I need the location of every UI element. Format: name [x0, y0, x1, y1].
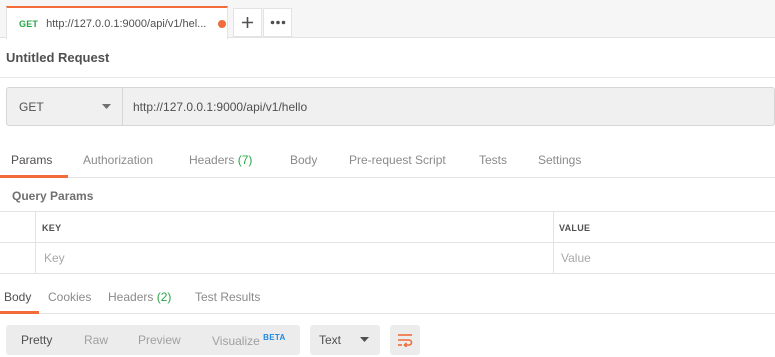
active-tab-indicator [0, 311, 39, 314]
response-tab-test-results[interactable]: Test Results [195, 290, 260, 304]
param-key-input[interactable]: Key [44, 251, 65, 265]
url-bar: GET http://127.0.0.1:9000/api/v1/hello [6, 87, 775, 126]
param-value-input[interactable]: Value [561, 251, 591, 265]
unsaved-dot-icon [218, 20, 226, 28]
active-tab-indicator [0, 175, 68, 178]
format-select[interactable]: Text [310, 325, 380, 355]
tab-label: Params [11, 153, 53, 167]
tab-label: Test Results [195, 290, 261, 304]
title-divider [0, 77, 775, 78]
column-header-key: KEY [42, 223, 62, 233]
visualize-label: Visualize [212, 334, 260, 348]
tab-label: Body [4, 290, 32, 304]
more-tabs-button[interactable] [263, 8, 292, 37]
caret-down-icon [102, 104, 111, 109]
wrap-lines-button[interactable] [390, 325, 420, 355]
tab-label: Authorization [83, 153, 154, 167]
method-select-value: GET [19, 99, 44, 114]
request-tab-title: http://127.0.0.1:9000/api/v1/hel... [46, 17, 207, 30]
view-visualize-button[interactable]: Visualize BETA [212, 333, 286, 348]
tab-params[interactable]: Params [11, 153, 52, 167]
beta-badge: BETA [263, 333, 286, 342]
response-tabs: Body Cookies Headers (2) Test Results [0, 280, 775, 314]
tab-body[interactable]: Body [290, 153, 317, 167]
tab-tests[interactable]: Tests [479, 153, 507, 167]
tab-authorization[interactable]: Authorization [83, 153, 153, 167]
tab-count: (2) [156, 290, 172, 304]
view-pretty-button[interactable]: Pretty [21, 333, 52, 347]
response-tab-headers[interactable]: Headers (2) [108, 290, 171, 304]
request-tabs: Params Authorization Headers (7) Body Pr… [0, 144, 775, 178]
view-mode-group: Pretty Raw Preview Visualize BETA [6, 325, 300, 355]
request-tab-strip: GET http://127.0.0.1:9000/api/v1/hel... [0, 0, 775, 39]
query-params-label: Query Params [12, 189, 94, 203]
tab-settings[interactable]: Settings [538, 153, 581, 167]
params-table: KEY VALUE Key Value [0, 211, 775, 274]
url-input[interactable]: http://127.0.0.1:9000/api/v1/hello [133, 100, 307, 114]
caret-down-icon [360, 337, 369, 342]
tab-pre-request-script[interactable]: Pre-request Script [349, 153, 446, 167]
response-tab-cookies[interactable]: Cookies [48, 290, 91, 304]
column-divider [553, 212, 554, 274]
tab-headers[interactable]: Headers (7) [189, 153, 252, 167]
response-tab-body[interactable]: Body [4, 290, 31, 304]
tab-label: Pre-request Script [349, 153, 446, 167]
plus-icon [242, 17, 253, 28]
format-select-value: Text [319, 333, 342, 347]
tab-label: Settings [538, 153, 582, 167]
tab-label: Body [290, 153, 318, 167]
view-preview-button[interactable]: Preview [138, 333, 181, 347]
column-header-value: VALUE [559, 223, 591, 233]
new-tab-button[interactable] [233, 8, 262, 37]
column-divider [35, 212, 36, 274]
tab-label: Headers [108, 290, 154, 304]
tab-count: (7) [237, 153, 253, 167]
row-divider [0, 242, 775, 243]
request-title[interactable]: Untitled Request [6, 50, 109, 65]
tab-label: Headers [189, 153, 235, 167]
request-tab-method: GET [19, 18, 39, 29]
tab-label: Tests [479, 153, 508, 167]
view-raw-button[interactable]: Raw [84, 333, 108, 347]
ellipsis-icon [270, 20, 285, 25]
wrap-lines-icon [398, 334, 413, 347]
tab-label: Cookies [48, 290, 92, 304]
method-select[interactable]: GET [7, 88, 123, 125]
request-tab[interactable]: GET http://127.0.0.1:9000/api/v1/hel... [6, 6, 228, 39]
